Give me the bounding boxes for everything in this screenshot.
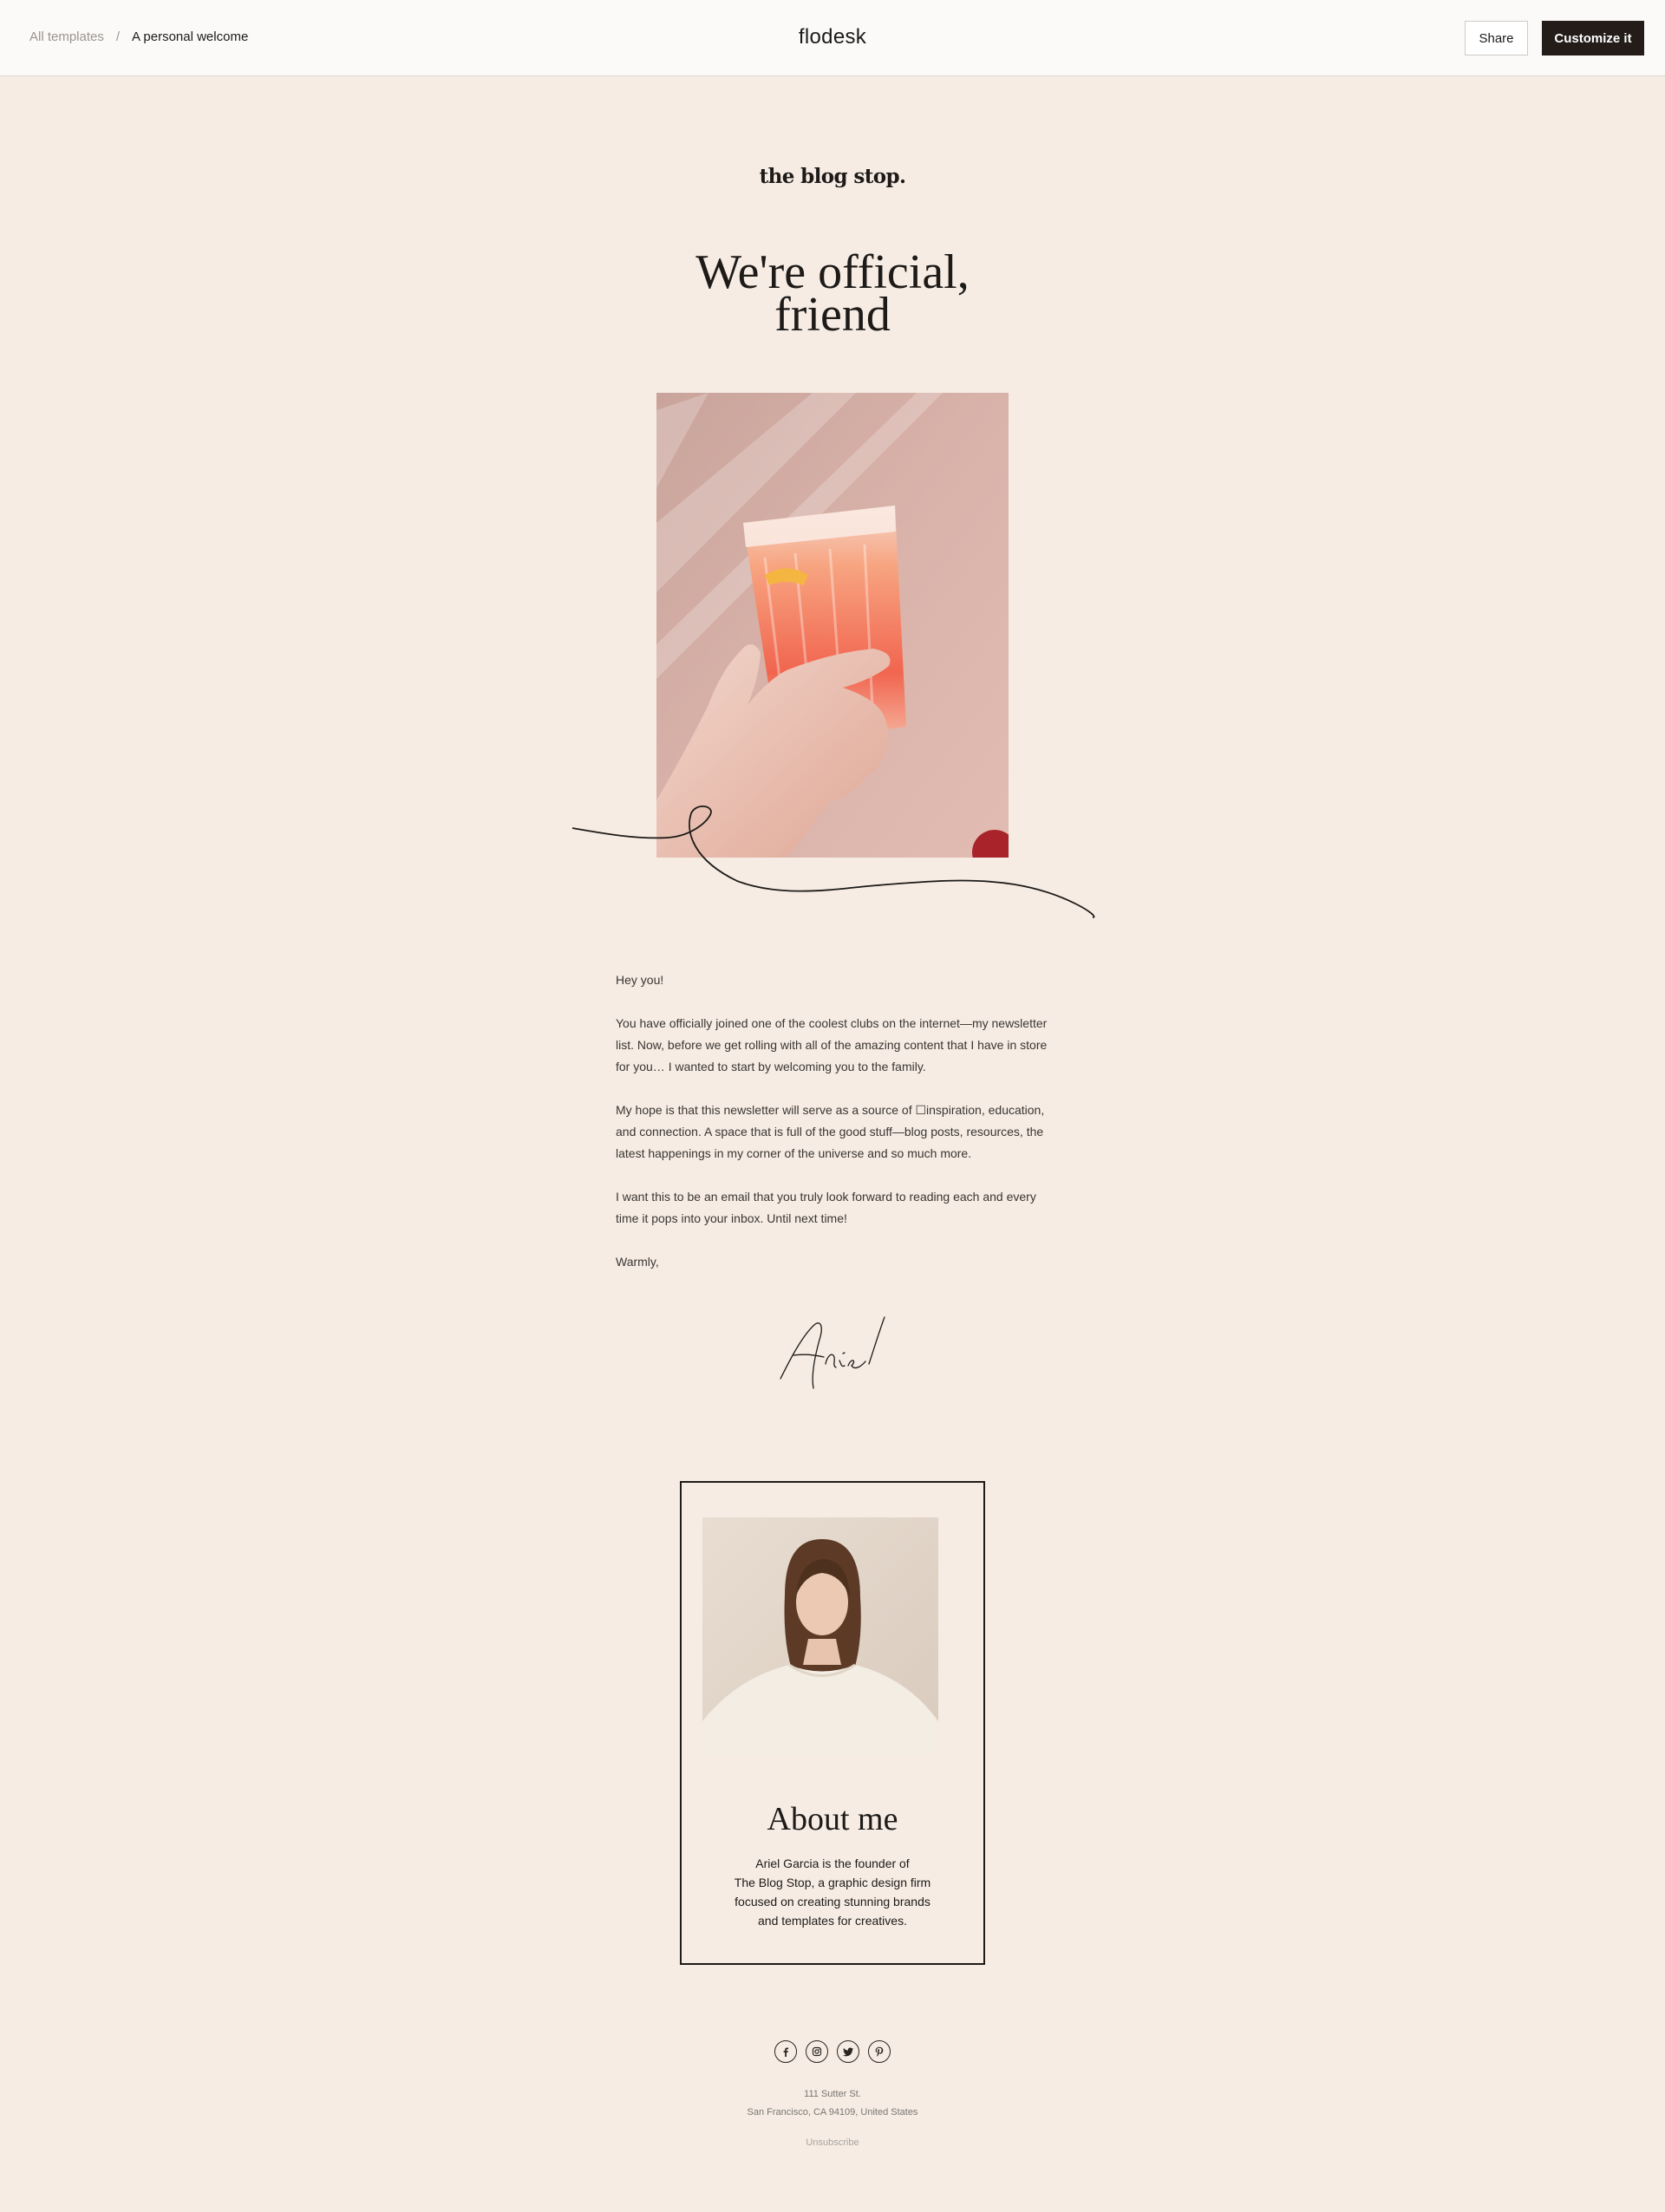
pinterest-icon[interactable] — [868, 2040, 891, 2063]
portrait-photo — [702, 1517, 938, 1753]
facebook-icon[interactable] — [774, 2040, 797, 2063]
signature-ariel — [780, 1316, 885, 1389]
address-line-2: San Francisco, CA 94109, United States — [747, 2107, 918, 2117]
breadcrumb-separator: / — [115, 29, 121, 44]
paragraph-3: I want this to be an email that you trul… — [616, 1190, 1036, 1225]
breadcrumb-current: A personal welcome — [132, 29, 249, 44]
flodesk-logo: flodesk — [798, 25, 867, 49]
customize-it-button[interactable]: Customize it — [1542, 21, 1644, 55]
hero-drink-photo — [656, 393, 1009, 858]
paragraph-1: You have officially joined one of the co… — [616, 1016, 1048, 1073]
share-button[interactable]: Share — [1465, 21, 1528, 55]
signoff-text: Warmly, — [616, 1255, 659, 1269]
about-me-title: About me — [767, 1801, 898, 1837]
paragraph-2: My hope is that this newsletter will ser… — [616, 1103, 1045, 1160]
twitter-icon[interactable] — [837, 2040, 859, 2063]
about-line: Ariel Garcia is the founder of — [755, 1856, 910, 1870]
about-line: and templates for creatives. — [758, 1914, 907, 1928]
footer-address: 111 Sutter St. San Francisco, CA 94109, … — [0, 2085, 1665, 2122]
email-letter-body: Hey you! You have officially joined one … — [616, 969, 1058, 1295]
social-links — [0, 2040, 1665, 2063]
instagram-icon[interactable] — [806, 2040, 828, 2063]
footer-unsubscribe: Unsubscribe — [0, 2137, 1665, 2148]
headline-line-2: friend — [774, 288, 891, 342]
breadcrumb-all-templates-link[interactable]: All templates — [29, 29, 104, 44]
about-line: focused on creating stunning brands — [735, 1895, 930, 1909]
greeting-text: Hey you! — [616, 973, 664, 987]
top-bar: All templates / A personal welcome flode… — [0, 0, 1665, 76]
address-line-1: 111 Sutter St. — [804, 2089, 861, 2099]
about-me-description: Ariel Garcia is the founder of The Blog … — [682, 1854, 983, 1930]
about-line: The Blog Stop, a graphic design firm — [734, 1876, 931, 1889]
unsubscribe-link[interactable]: Unsubscribe — [806, 2137, 859, 2148]
breadcrumb: All templates / A personal welcome — [29, 29, 248, 44]
blog-stop-logo: the blog stop. — [759, 165, 906, 188]
email-headline: We're official, friend — [0, 248, 1665, 342]
about-me-card: About me Ariel Garcia is the founder of … — [680, 1481, 985, 1965]
